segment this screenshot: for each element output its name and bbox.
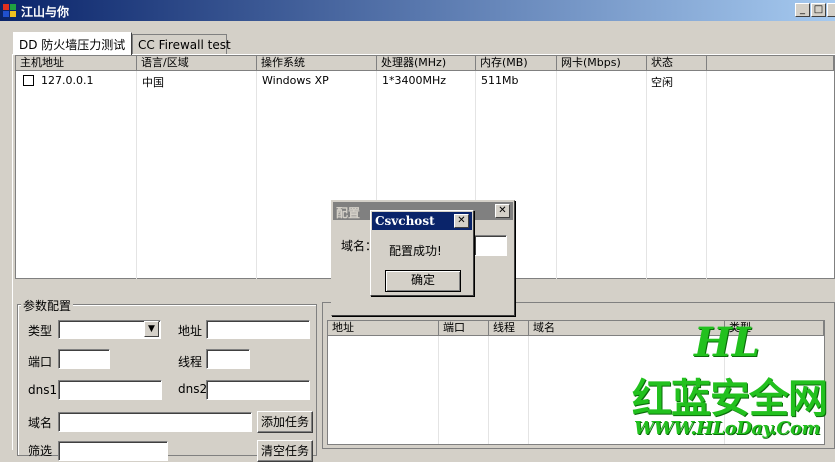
domain-label: 域名: [28, 416, 53, 430]
config-dialog-title: 配置: [336, 206, 361, 220]
dns1-input[interactable]: [58, 380, 162, 400]
col-separator: [438, 336, 439, 444]
message-box-close-button[interactable]: ✕: [454, 214, 469, 228]
col-separator: [256, 71, 257, 279]
watermark-line3: WWW.HLoDay.Com: [634, 418, 821, 439]
clear-task-button[interactable]: 清空任务: [257, 440, 313, 462]
window-title: 江山与你: [21, 5, 70, 19]
host-cpu-cell: 1*3400MHz: [382, 74, 447, 87]
col-separator: [706, 71, 707, 279]
task-col-threads[interactable]: 线程: [489, 321, 529, 336]
col-header-nic[interactable]: 网卡(Mbps): [557, 56, 647, 71]
config-domain-input[interactable]: [474, 235, 507, 256]
col-header-blank: [707, 56, 834, 71]
domain-input[interactable]: [58, 412, 252, 432]
dns2-label: dns2: [178, 382, 208, 396]
message-box: Csvchost ✕ 配置成功! 确定: [370, 210, 474, 296]
task-col-port[interactable]: 端口: [439, 321, 489, 336]
close-button[interactable]: [827, 3, 835, 17]
param-config-title: 参数配置: [21, 297, 74, 314]
col-header-status[interactable]: 状态: [647, 56, 707, 71]
col-header-cpu[interactable]: 处理器(MHz): [377, 56, 476, 71]
port-input[interactable]: [58, 349, 110, 369]
address-input[interactable]: [206, 320, 310, 339]
filter-label: 筛选: [28, 444, 53, 458]
host-address-cell[interactable]: 127.0.0.1: [41, 74, 93, 87]
col-header-language[interactable]: 语言/区域: [137, 56, 257, 71]
message-text: 配置成功!: [389, 244, 442, 258]
watermark-line1: HL: [694, 319, 760, 366]
filter-select[interactable]: [58, 441, 168, 461]
host-status-cell: 空闲: [651, 76, 673, 89]
col-separator: [488, 336, 489, 444]
col-header-host[interactable]: 主机地址: [16, 56, 137, 71]
tab-cc-firewall-test[interactable]: CC Firewall test: [132, 34, 231, 54]
col-separator: [556, 71, 557, 279]
col-separator: [528, 336, 529, 444]
dns2-input[interactable]: [206, 380, 310, 400]
add-task-button[interactable]: 添加任务: [257, 411, 313, 433]
host-row-checkbox[interactable]: [23, 75, 34, 86]
watermark-line2: 红蓝安全网: [632, 376, 828, 422]
host-memory-cell: 511Mb: [481, 74, 519, 87]
port-label: 端口: [28, 355, 53, 369]
type-label: 类型: [28, 324, 53, 338]
address-label: 地址: [178, 324, 203, 338]
ok-button[interactable]: 确定: [385, 270, 461, 292]
watermark-logo: HL 红蓝安全网 WWW.HLoDay.Com: [632, 319, 835, 449]
col-separator: [136, 71, 137, 279]
col-header-memory[interactable]: 内存(MB): [476, 56, 557, 71]
host-os-cell: Windows XP: [262, 74, 329, 87]
threads-input[interactable]: [206, 349, 250, 369]
minimize-button[interactable]: _: [795, 3, 810, 17]
col-header-os[interactable]: 操作系统: [257, 56, 377, 71]
chevron-down-icon[interactable]: ▼: [144, 321, 159, 337]
col-separator: [646, 71, 647, 279]
tab-dd-firewall-test[interactable]: DD 防火墙压力测试: [13, 32, 132, 55]
task-col-address[interactable]: 地址: [328, 321, 439, 336]
threads-label: 线程: [178, 355, 203, 369]
app-icon: [3, 4, 16, 17]
message-box-title: Csvchost: [375, 214, 435, 228]
host-language-cell: 中国: [142, 76, 164, 89]
dns1-label: dns1: [28, 383, 58, 397]
window-titlebar[interactable]: [0, 0, 835, 21]
maximize-button[interactable]: □: [811, 3, 826, 17]
config-close-button[interactable]: ✕: [495, 204, 510, 218]
